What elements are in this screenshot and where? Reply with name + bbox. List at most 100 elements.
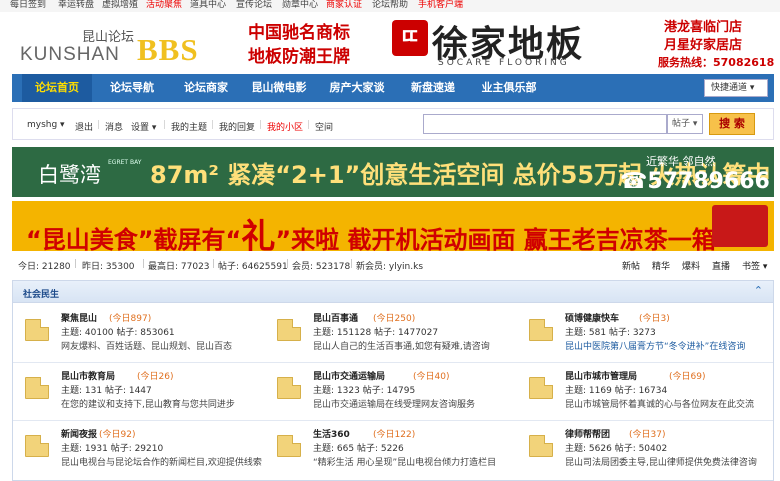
topbar-link-6[interactable]: 勋章中心 <box>282 0 318 11</box>
topbar-link-3[interactable]: 活动聚焦 <box>146 0 182 11</box>
forum-topics: 主题: 1931 <box>61 444 108 454</box>
stat-yesterday: 昨日: 35300 <box>82 262 135 272</box>
ad1-phone: ☎57789666 <box>620 169 770 194</box>
bookmarks-menu[interactable]: 书签 ▾ <box>742 259 767 272</box>
logout-link[interactable]: 退出 <box>75 120 93 133</box>
topbar-link-8[interactable]: 论坛帮助 <box>372 0 408 11</box>
search-button[interactable]: 搜 索 <box>709 113 755 135</box>
property-ad-banner[interactable]: 白鹭湾 EGRET BAY 87m² 紧凑“2+1”创意生活空间 总价55万起 … <box>12 147 774 197</box>
forum-description: “精彩生活 用心呈现”昆山电视台倾力打造栏目 <box>313 458 497 468</box>
forum-today-count: (今日250) <box>373 314 416 324</box>
forum-description: 昆山电视台与昆论坛合作的新闻栏目,欢迎提供线索 <box>61 458 262 468</box>
banner-brand-en: SOCARE FLOORING <box>438 58 570 68</box>
topbar-link-4[interactable]: 道具中心 <box>190 0 226 11</box>
banner-store1: 港龙喜临门店 <box>664 20 743 35</box>
forum-posts: 帖子: 1477027 <box>374 328 439 338</box>
my-area-link[interactable]: 我的小区 <box>267 120 303 133</box>
ad2-headline: “昆山美食”截屏有“礼”来啦 截开机活动画面 赢王老吉凉茶一箱 <box>26 209 716 251</box>
forum-folder-icon <box>529 319 553 341</box>
forum-folder-icon <box>25 319 49 341</box>
search-type-select[interactable]: 帖子 ▾ <box>667 114 703 134</box>
stat-today: 今日: 21280 <box>18 262 71 272</box>
nav-item-3[interactable]: 昆山微电影 <box>244 74 314 102</box>
forum-name[interactable]: 昆山百事通 <box>313 311 358 324</box>
nav-item-5[interactable]: 新盘速递 <box>400 74 466 102</box>
forum-description: 昆山中医院第八届膏方节“冬令进补”在线咨询 <box>565 342 746 352</box>
topbar-link-0[interactable]: 每日签到 <box>10 0 46 11</box>
topbar-link-2[interactable]: 虚拟增殖 <box>102 0 138 11</box>
forum-stats: 主题: 1323 帖子: 14795 <box>313 383 415 396</box>
forum-entry[interactable]: 昆山百事通 (今日250) 主题: 151128 帖子: 1477027 昆山人自己的… <box>267 307 519 363</box>
forum-name[interactable]: 昆山市交通运输局 <box>313 369 385 382</box>
live-link[interactable]: 直播 <box>712 259 730 272</box>
forum-stats: 主题: 5626 帖子: 50402 <box>565 441 667 454</box>
banner-line1: 中国驰名商标 <box>248 23 350 43</box>
digest-link[interactable]: 精华 <box>652 259 670 272</box>
banner-brand-logo-icon: ㄸ <box>392 20 428 56</box>
topbar-link-1[interactable]: 幸运转盘 <box>58 0 94 11</box>
forum-posts: 帖子: 5226 <box>356 444 404 454</box>
forum-entry[interactable]: 昆山市教育局 (今日26) 主题: 131 帖子: 1447 在您的建议和支持下,昆山… <box>15 365 267 421</box>
nav-item-4[interactable]: 房产大家谈 <box>318 74 396 102</box>
top-utility-bar: 每日签到 幸运转盘 虚拟增殖 活动聚焦 道具中心 宣传论坛 勋章中心 商家认证 论坛帮助 手机客户… <box>0 0 780 12</box>
username-menu[interactable]: myshg ▾ <box>27 120 65 130</box>
forum-stats: 主题: 1931 帖子: 29210 <box>61 441 163 454</box>
search-input[interactable] <box>423 114 667 134</box>
header-ad-banner[interactable]: 中国驰名商标 地板防潮王牌 ㄸ 徐家地板 SOCARE FLOORING 港龙喜… <box>242 12 776 72</box>
forum-entry[interactable]: 硕博健康快车 (今日3) 主题: 581 帖子: 3273 昆山中医院第八届膏方节“冬… <box>519 307 771 363</box>
forum-name[interactable]: 昆山市城市管理局 <box>565 369 637 382</box>
site-logo[interactable]: 昆山论坛 KUNSHAN BBS <box>20 24 230 68</box>
forum-stats-bar: 今日: 21280 | 昨日: 35300 | 最高日: 77023 | 帖子:… <box>12 257 774 273</box>
new-posts-link[interactable]: 新帖 <box>622 259 640 272</box>
topbar-link-7[interactable]: 商家认证 <box>326 0 362 11</box>
stat-newest-member[interactable]: 新会员: ylyin.ks <box>356 259 423 272</box>
topbar-link-9[interactable]: 手机客户端 <box>418 0 463 11</box>
forum-entry[interactable]: 律师帮帮团 (今日37) 主题: 5626 帖子: 50402 昆山司法局团委主导,昆… <box>519 423 771 479</box>
divider: | <box>97 120 101 130</box>
ad2-text-big: 礼 <box>241 217 276 251</box>
forum-today-count: (今日3) <box>639 314 670 324</box>
divider: | <box>350 259 354 269</box>
forum-folder-icon <box>277 319 301 341</box>
forum-name[interactable]: 律师帮帮团 <box>565 427 610 440</box>
messages-link[interactable]: 消息 <box>105 120 123 133</box>
ad1-slogan: 近繁华 邻自然 <box>646 155 716 168</box>
forum-folder-icon <box>25 435 49 457</box>
forum-today-count: (今日37) <box>629 430 666 440</box>
banner-line2: 地板防潮王牌 <box>248 47 350 67</box>
section-title: 社会民生 <box>23 290 60 300</box>
forum-description: 昆山人自己的生活百事通,如您有疑难,请咨询 <box>313 342 490 352</box>
nav-item-1[interactable]: 论坛导航 <box>96 74 168 102</box>
forum-name[interactable]: 新闻夜报 <box>61 427 97 440</box>
forum-entry[interactable]: 昆山市城市管理局 (今日69) 主题: 1169 帖子: 16734 昆山市城管局怀着… <box>519 365 771 421</box>
breaking-link[interactable]: 爆料 <box>682 259 700 272</box>
forum-entry[interactable]: 新闻夜报 (今日92) 主题: 1931 帖子: 29210 昆山电视台与昆论坛合作的… <box>15 423 267 479</box>
space-link[interactable]: 空间 <box>315 120 333 133</box>
topbar-link-5[interactable]: 宣传论坛 <box>236 0 272 11</box>
forum-folder-icon <box>529 435 553 457</box>
forum-name[interactable]: 生活360 <box>313 427 350 440</box>
forum-description: 在您的建议和支持下,昆山教育与您共同进步 <box>61 400 235 410</box>
nav-item-6[interactable]: 业主俱乐部 <box>470 74 548 102</box>
ad2-text-part2: ”来啦 截开机活动画面 赢王老吉凉茶一箱 <box>275 226 716 251</box>
collapse-icon[interactable]: ⌃ <box>754 284 763 297</box>
forum-name[interactable]: 昆山市教育局 <box>61 369 115 382</box>
quick-access-dropdown[interactable]: 快捷通道 ▾ <box>704 79 768 97</box>
forum-name[interactable]: 聚焦昆山 <box>61 311 97 324</box>
my-topics-link[interactable]: 我的主题 <box>171 120 207 133</box>
food-ad-banner[interactable]: “昆山美食”截屏有“礼”来啦 截开机活动画面 赢王老吉凉茶一箱 <box>12 201 774 251</box>
forum-entry[interactable]: 生活360 (今日122) 主题: 665 帖子: 5226 “精彩生活 用心呈现”昆… <box>267 423 519 479</box>
nav-item-0[interactable]: 论坛首页 <box>22 74 92 102</box>
my-replies-link[interactable]: 我的回复 <box>219 120 255 133</box>
forum-entry[interactable]: 聚焦昆山 (今日897) 主题: 40100 帖子: 853061 网友爆料、百姓话题… <box>15 307 267 363</box>
ad2-text-part1: “昆山美食”截屏有“ <box>26 226 242 251</box>
divider: | <box>163 120 167 130</box>
forum-today-count: (今日69) <box>669 372 706 382</box>
forum-entry[interactable]: 昆山市交通运输局 (今日40) 主题: 1323 帖子: 14795 昆山市交通运输局… <box>267 365 519 421</box>
forum-stats: 主题: 151128 帖子: 1477027 <box>313 325 438 338</box>
forum-name[interactable]: 硕博健康快车 <box>565 311 619 324</box>
header: 昆山论坛 KUNSHAN BBS 中国驰名商标 地板防潮王牌 ㄸ 徐家地板 SO… <box>0 12 780 74</box>
nav-item-2[interactable]: 论坛商家 <box>172 74 240 102</box>
settings-menu[interactable]: 设置 ▾ <box>131 120 156 133</box>
forum-posts: 帖子: 16734 <box>614 386 668 396</box>
